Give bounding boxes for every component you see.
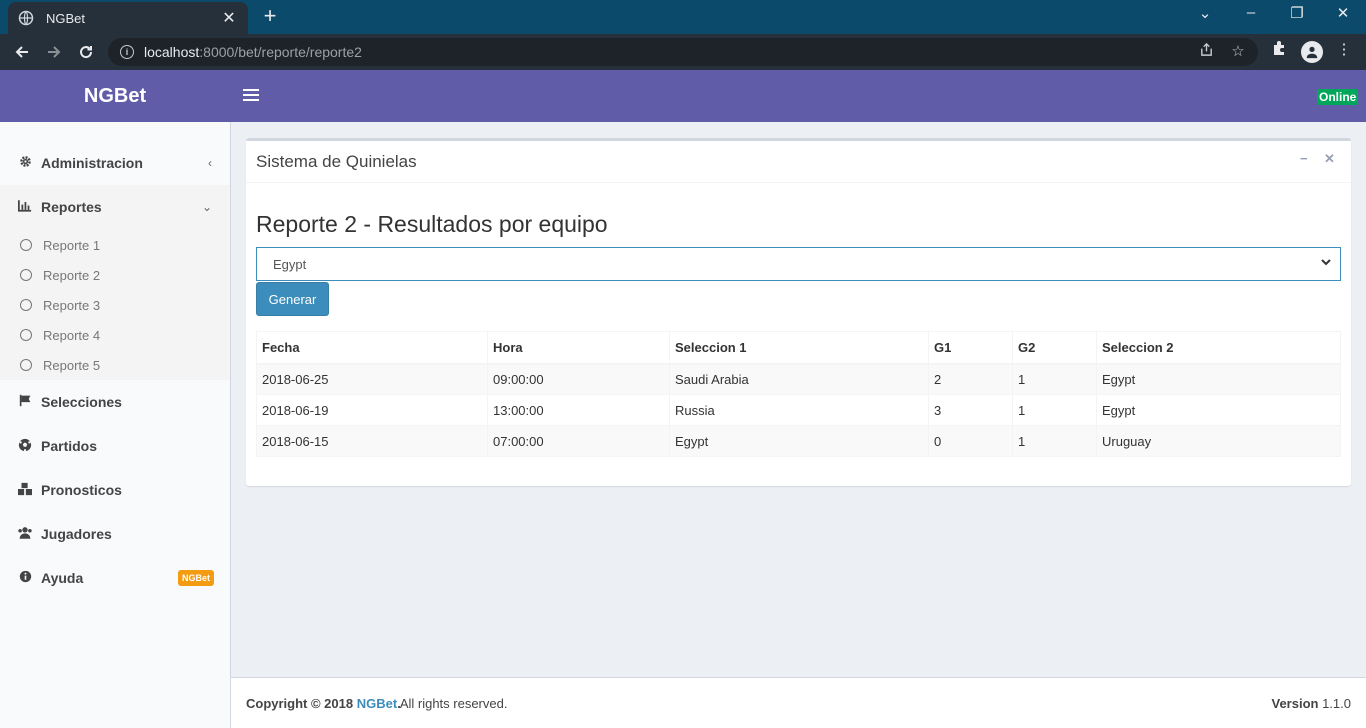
sidebar-subitem-reporte-1[interactable]: Reporte 1 [0, 230, 230, 260]
reload-icon[interactable] [74, 40, 98, 64]
column-header: Fecha [256, 331, 488, 365]
column-header: Seleccion 1 [669, 331, 929, 365]
sidebar-item-administracion[interactable]: Administracion ‹ [0, 141, 230, 185]
table-row: 2018-06-25 09:00:00 Saudi Arabia 2 1 Egy… [256, 363, 1341, 395]
table-cell: 0 [928, 425, 1013, 457]
tab-title: NGBet [46, 10, 86, 26]
sidebar: Administracion ‹ Reportes ⌄ Reporte 1 Re… [0, 122, 231, 728]
table-cell: 2 [928, 363, 1013, 395]
sidebar-item-partidos[interactable]: Partidos [0, 424, 230, 468]
share-icon[interactable] [1196, 42, 1216, 61]
sidebar-subitem-reporte-5[interactable]: Reporte 5 [0, 350, 230, 380]
chevron-down-icon: ⌄ [201, 200, 212, 214]
circle-icon [20, 329, 32, 341]
table-header-row: Fecha Hora Seleccion 1 G1 G2 Seleccion 2 [256, 331, 1341, 365]
ngbet-badge: NGBet [177, 570, 214, 586]
chevron-left-icon: ‹ [208, 156, 212, 170]
sidebar-item-selecciones[interactable]: Selecciones [0, 380, 230, 424]
table-cell: Egypt [1096, 394, 1341, 426]
back-icon[interactable] [10, 40, 34, 64]
url-text: localhost:8000/bet/reporte/reporte2 [144, 44, 362, 60]
menu-kebab-icon[interactable]: ⋮ [1332, 40, 1356, 58]
collapse-icon[interactable]: − [1300, 151, 1308, 166]
quinielas-box: Sistema de Quinielas − ✕ Reporte 2 - Res… [246, 138, 1351, 486]
browser-tab[interactable]: NGBet ✕ [8, 2, 248, 34]
hamburger-menu-icon[interactable] [243, 86, 259, 106]
circle-icon [20, 269, 32, 281]
table-cell: 2018-06-15 [256, 425, 488, 457]
table-cell: Egypt [1096, 363, 1341, 395]
sidebar-item-reportes[interactable]: Reportes ⌄ [0, 185, 230, 229]
generar-button[interactable]: Generar [256, 282, 329, 316]
results-table: Fecha Hora Seleccion 1 G1 G2 Seleccion 2… [256, 331, 1341, 457]
bar-chart-icon [17, 199, 33, 215]
table-row: 2018-06-19 13:00:00 Russia 3 1 Egypt [256, 394, 1341, 426]
soccer-ball-icon [17, 438, 33, 455]
browser-toolbar: i localhost:8000/bet/reporte/reporte2 ☆ … [0, 34, 1366, 70]
chevron-down-icon [1320, 256, 1332, 271]
table-cell: 07:00:00 [487, 425, 670, 457]
gear-icon [17, 155, 33, 171]
circle-icon [20, 299, 32, 311]
footer-copyright: Copyright © 2018 [246, 695, 354, 711]
close-tab-icon[interactable]: ✕ [220, 8, 238, 28]
circle-icon [20, 359, 32, 371]
footer: Copyright © 2018 NGBet. All rights reser… [231, 677, 1366, 728]
minimize-icon[interactable]: – [1239, 4, 1263, 21]
table-cell: 3 [928, 394, 1013, 426]
footer-version: Version 1.1.0 [1271, 695, 1351, 711]
flag-icon [17, 394, 33, 410]
footer-brand-link[interactable]: NGBet [357, 696, 397, 711]
column-header: Seleccion 2 [1096, 331, 1341, 365]
site-info-icon[interactable]: i [120, 45, 134, 59]
forward-icon[interactable] [42, 40, 66, 64]
bookmark-star-icon[interactable]: ☆ [1228, 42, 1248, 60]
profile-icon[interactable] [1301, 41, 1323, 63]
globe-icon [18, 10, 34, 26]
table-cell: 2018-06-25 [256, 363, 488, 395]
table-row: 2018-06-15 07:00:00 Egypt 0 1 Uruguay [256, 425, 1341, 457]
info-icon [17, 570, 33, 586]
status-badge: Online [1317, 89, 1359, 105]
browser-tab-bar: NGBet ✕ + ⌄ – ❐ ✕ [0, 0, 1366, 34]
table-cell: Saudi Arabia [669, 363, 929, 395]
table-cell: 1 [1012, 425, 1097, 457]
table-cell: Russia [669, 394, 929, 426]
table-cell: 2018-06-19 [256, 394, 488, 426]
team-select-value: Egypt [273, 256, 307, 272]
extensions-icon[interactable] [1267, 40, 1291, 60]
reportes-treeview: Reportes ⌄ Reporte 1 Reporte 2 Reporte 3… [0, 185, 230, 380]
sidebar-subitem-reporte-3[interactable]: Reporte 3 [0, 290, 230, 320]
sidebar-item-jugadores[interactable]: Jugadores [0, 512, 230, 556]
column-header: Hora [487, 331, 670, 365]
sidebar-item-pronosticos[interactable]: Pronosticos [0, 468, 230, 512]
table-cell: Egypt [669, 425, 929, 457]
page-title: Reporte 2 - Resultados por equipo [256, 211, 608, 237]
column-header: G2 [1012, 331, 1097, 365]
footer-rights: All rights reserved. [399, 695, 508, 711]
table-cell: 1 [1012, 363, 1097, 395]
table-cell: 09:00:00 [487, 363, 670, 395]
address-bar[interactable]: i localhost:8000/bet/reporte/reporte2 ☆ [108, 38, 1258, 66]
sidebar-subitem-reporte-2[interactable]: Reporte 2 [0, 260, 230, 290]
app-header: NGBet Online [0, 70, 1366, 122]
team-select[interactable]: Egypt [256, 247, 1341, 281]
table-cell: Uruguay [1096, 425, 1341, 457]
restore-icon[interactable]: ❐ [1285, 4, 1309, 22]
sidebar-item-ayuda[interactable]: Ayuda NGBet [0, 556, 230, 600]
close-icon[interactable]: ✕ [1324, 151, 1335, 167]
table-cell: 13:00:00 [487, 394, 670, 426]
box-title: Sistema de Quinielas [256, 151, 417, 171]
users-icon [17, 526, 33, 542]
close-window-icon[interactable]: ✕ [1331, 4, 1355, 22]
tab-search-icon[interactable]: ⌄ [1193, 4, 1217, 22]
cubes-icon [17, 482, 33, 499]
circle-icon [20, 239, 32, 251]
column-header: G1 [928, 331, 1013, 365]
table-cell: 1 [1012, 394, 1097, 426]
app-logo[interactable]: NGBet [0, 70, 230, 122]
new-tab-icon[interactable]: + [260, 5, 280, 27]
sidebar-subitem-reporte-4[interactable]: Reporte 4 [0, 320, 230, 350]
box-header: Sistema de Quinielas − ✕ [246, 141, 1351, 183]
